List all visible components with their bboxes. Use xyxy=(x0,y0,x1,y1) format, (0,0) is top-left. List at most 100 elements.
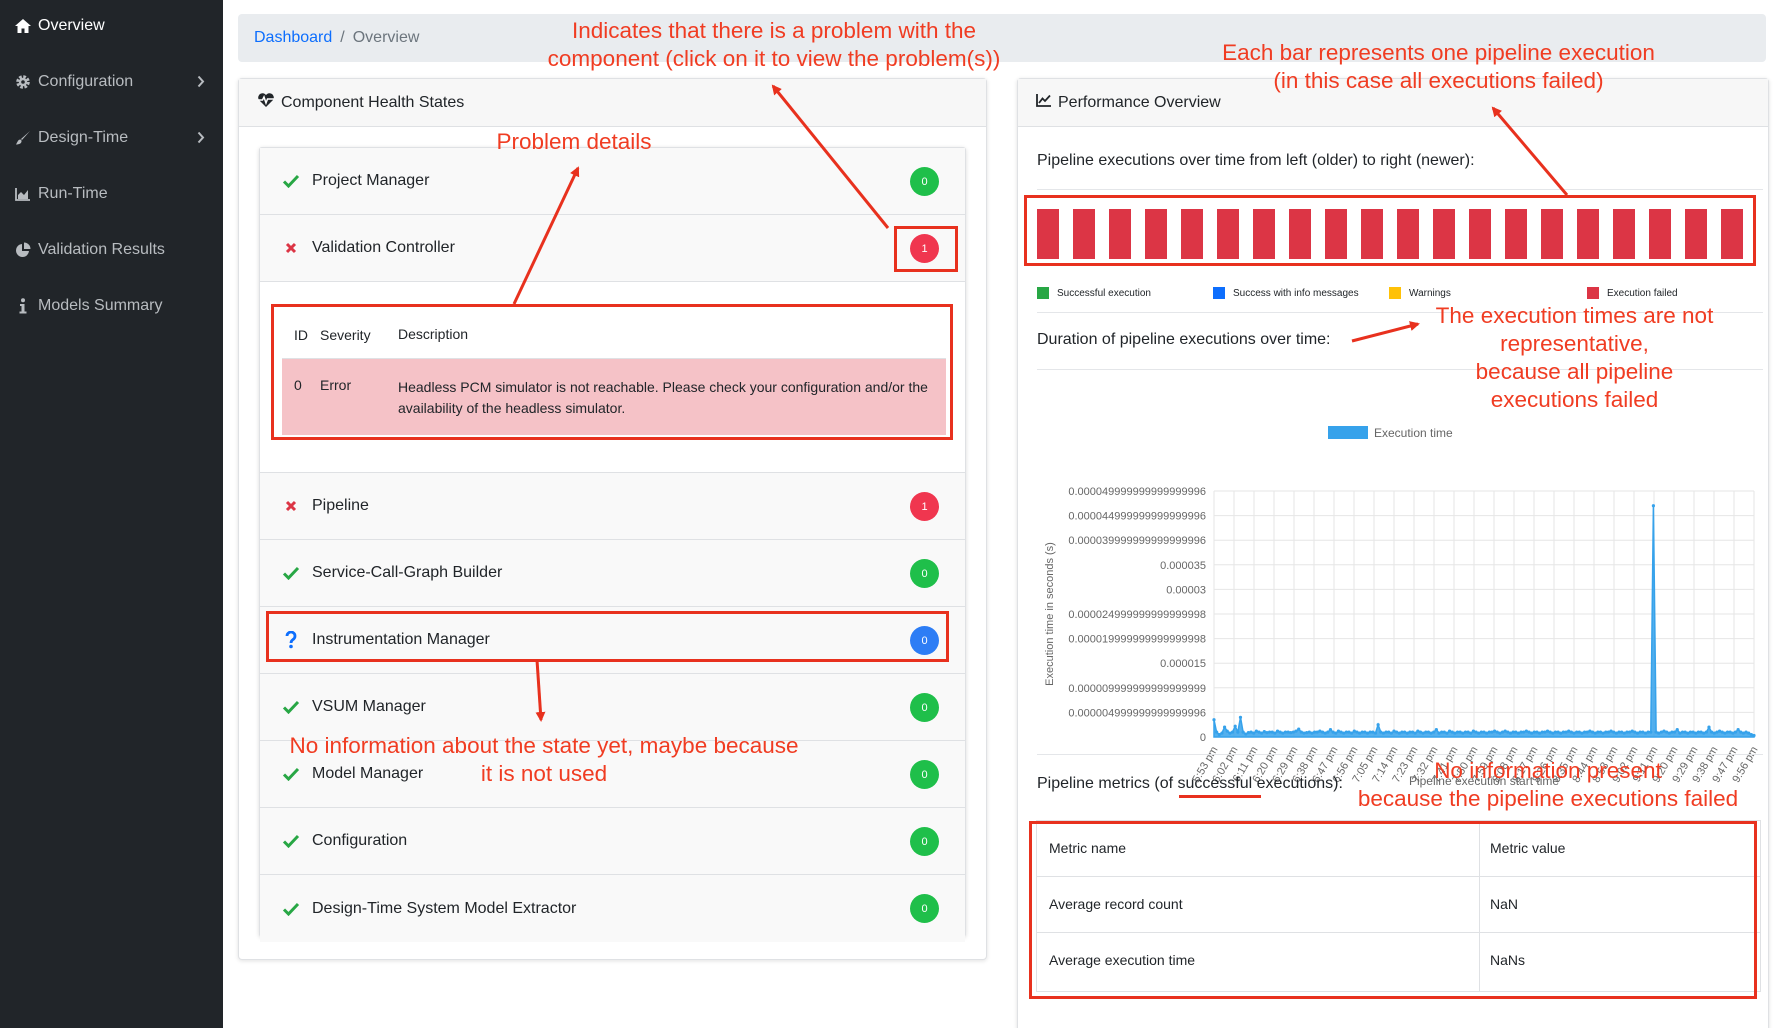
data-point xyxy=(1294,729,1298,733)
y-tick-label: 0.000035 xyxy=(1160,560,1206,572)
annotation-line: The execution times are not xyxy=(1435,303,1714,328)
annotation-highlight-box xyxy=(894,226,958,272)
chevron-right-icon xyxy=(197,131,205,144)
y-tick-label: 0.000019999999999999998 xyxy=(1068,634,1206,646)
legend-swatch xyxy=(1037,287,1049,299)
sidebar-item-label: Run-Time xyxy=(38,185,108,202)
legend-successful: Successful execution xyxy=(1037,287,1151,299)
problem-count-badge[interactable]: 0 xyxy=(910,760,939,789)
component-health-header: Component Health States xyxy=(239,79,986,127)
duration-chart: 0 0.000004999999999999996 0.00000999999999… xyxy=(1044,426,1761,788)
sidebar-item-overview[interactable]: Overview xyxy=(0,6,223,46)
component-row-design-time-system-model-extractor[interactable]: Design-Time System Model Extractor 0 xyxy=(260,875,965,942)
sidebar-item-configuration[interactable]: Configuration xyxy=(0,62,223,102)
component-health-title: Component Health States xyxy=(281,93,465,111)
sidebar-item-label: Overview xyxy=(38,17,105,34)
annotation-line: No information present xyxy=(1434,758,1662,783)
annotation-line: Each bar represents one pipeline executi… xyxy=(1222,40,1655,65)
data-point xyxy=(1305,730,1309,735)
legend-swatch xyxy=(1389,287,1401,299)
problem-count-badge[interactable]: 0 xyxy=(910,894,939,923)
check-icon xyxy=(280,834,302,848)
data-point xyxy=(1373,731,1378,735)
problem-count-badge[interactable]: 0 xyxy=(910,167,939,196)
annotation-no-metrics: No information present because the pipel… xyxy=(1338,757,1758,813)
breadcrumb-dashboard-link[interactable]: Dashboard xyxy=(254,29,332,47)
legend-info: Success with info messages xyxy=(1213,287,1359,299)
annotation-bars: Each bar represents one pipeline executi… xyxy=(1190,39,1687,95)
component-name: Pipeline xyxy=(312,497,369,514)
component-name: Project Manager xyxy=(312,172,430,189)
component-row-pipeline[interactable]: Pipeline 1 xyxy=(260,473,965,540)
data-point xyxy=(1328,728,1333,732)
problem-count-badge[interactable]: 0 xyxy=(910,559,939,588)
info-icon xyxy=(14,298,32,314)
sidebar-item-design-time[interactable]: Design-Time xyxy=(0,118,223,158)
metrics-label: Pipeline metrics (of successful executio… xyxy=(1037,775,1343,793)
data-point xyxy=(1236,730,1240,734)
metrics-label-post: executions): xyxy=(1252,775,1343,792)
breadcrumb-current: Overview xyxy=(352,29,420,46)
sidebar-item-run-time[interactable]: Run-Time xyxy=(0,174,223,214)
sidebar-item-validation-results[interactable]: Validation Results xyxy=(0,230,223,270)
component-row-vsum-manager[interactable]: VSUM Manager 0 xyxy=(260,674,965,741)
component-name: Configuration xyxy=(312,832,408,849)
data-point xyxy=(1222,725,1227,729)
data-point xyxy=(1286,730,1290,734)
annotation-line: No information about the state yet, mayb… xyxy=(289,733,799,758)
sidebar-item-label: Models Summary xyxy=(38,297,163,314)
pie-chart-icon xyxy=(14,242,32,258)
data-point xyxy=(1233,724,1237,728)
data-point xyxy=(1252,731,1256,735)
annotation-line: component (click on it to view the probl… xyxy=(547,46,1001,71)
annotation-line: executions failed xyxy=(1490,387,1659,412)
data-point xyxy=(1289,730,1293,735)
data-point xyxy=(1241,730,1245,734)
heartbeat-icon xyxy=(257,92,281,113)
y-tick-label: 0.000015 xyxy=(1160,658,1206,670)
data-point xyxy=(1469,731,1473,735)
data-point xyxy=(1675,728,1679,732)
data-point xyxy=(1736,728,1740,732)
annotation-line: representative, xyxy=(1500,331,1649,356)
check-icon xyxy=(280,174,302,188)
component-name: VSUM Manager xyxy=(312,698,426,715)
sidebar-item-models-summary[interactable]: Models Summary xyxy=(0,286,223,326)
component-health-card: Component Health States Project Manager … xyxy=(238,78,987,960)
problem-count-badge[interactable]: 0 xyxy=(910,693,939,722)
data-point xyxy=(1265,730,1269,735)
component-row-validation-controller[interactable]: Validation Controller 1 xyxy=(260,215,965,282)
problem-count-badge[interactable]: 0 xyxy=(910,827,939,856)
area-chart-icon xyxy=(14,187,32,201)
data-point xyxy=(1733,730,1738,734)
y-tick-label: 0.000009999999999999999 xyxy=(1068,683,1206,695)
component-name: Validation Controller xyxy=(312,239,455,256)
y-tick-label: 0.000049999999999999996 xyxy=(1068,486,1206,498)
annotation-underline xyxy=(1179,795,1261,798)
legend-label: Success with info messages xyxy=(1233,287,1359,299)
data-point xyxy=(1651,504,1656,508)
cross-icon xyxy=(280,241,302,255)
component-row-project-manager[interactable]: Project Manager 0 xyxy=(260,148,965,215)
legend-swatch xyxy=(1587,287,1599,299)
component-row-configuration[interactable]: Configuration 0 xyxy=(260,808,965,875)
legend-label: Successful execution xyxy=(1057,287,1151,299)
breadcrumb-separator: / xyxy=(340,29,345,46)
sidebar-item-label: Design-Time xyxy=(38,129,129,146)
metrics-label-pre: Pipeline metrics (of xyxy=(1037,775,1178,792)
chart-legend-swatch xyxy=(1328,426,1368,439)
problem-count-badge[interactable]: 1 xyxy=(910,492,939,521)
performance-overview-title: Performance Overview xyxy=(1058,93,1221,111)
data-point xyxy=(1672,730,1677,734)
data-point xyxy=(1704,730,1708,734)
home-icon xyxy=(14,18,32,34)
gear-icon xyxy=(14,74,32,90)
data-point xyxy=(1350,731,1354,735)
y-tick-label: 0 xyxy=(1200,732,1206,744)
component-list: Project Manager 0 Validation Controller … xyxy=(259,147,966,942)
component-row-service-call-graph-builder[interactable]: Service-Call-Graph Builder 0 xyxy=(260,540,965,607)
annotation-line: Indicates that there is a problem with t… xyxy=(572,18,976,43)
data-point xyxy=(1297,727,1301,731)
legend-label: Execution failed xyxy=(1607,287,1678,299)
annotation-line: because the pipeline executions failed xyxy=(1357,786,1739,811)
